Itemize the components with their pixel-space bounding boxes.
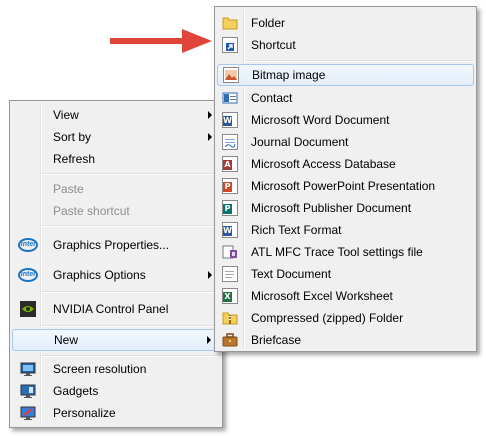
menu-item-view[interactable]: View [12, 104, 220, 126]
submenu-item-access-database[interactable]: A Microsoft Access Database [217, 153, 474, 175]
menu-item-graphics-properties[interactable]: intel Graphics Properties... [12, 234, 220, 256]
menu-item-label: ATL MFC Trace Tool settings file [251, 245, 423, 259]
menu-item-label: Graphics Properties... [53, 238, 170, 252]
submenu-item-excel-worksheet[interactable]: X Microsoft Excel Worksheet [217, 285, 474, 307]
menu-separator [245, 60, 474, 62]
menu-item-gadgets[interactable]: Gadgets [12, 380, 220, 402]
menu-item-label: Bitmap image [252, 68, 326, 82]
menu-item-graphics-options[interactable]: intel Graphics Options [12, 264, 220, 286]
submenu-item-journal-document[interactable]: Journal Document [217, 131, 474, 153]
menu-item-new[interactable]: New [12, 329, 220, 351]
monitor-icon [20, 361, 36, 377]
menu-item-screen-resolution[interactable]: Screen resolution [12, 358, 220, 380]
contact-icon [222, 90, 238, 106]
briefcase-icon [222, 332, 238, 348]
menu-item-label: Briefcase [251, 333, 302, 347]
menu-item-label: Screen resolution [53, 362, 147, 376]
menu-item-label: Graphics Options [53, 268, 146, 282]
menu-item-label: Folder [251, 16, 286, 30]
submenu-item-contact[interactable]: Contact [217, 87, 474, 109]
menu-separator [42, 291, 220, 293]
menu-item-label: Contact [251, 91, 293, 105]
menu-item-label: Paste shortcut [53, 204, 130, 218]
menu-separator [42, 225, 220, 227]
submenu-item-atl-mfc-trace[interactable]: ATL MFC Trace Tool settings file [217, 241, 474, 263]
menu-item-label: Sort by [53, 130, 92, 144]
new-submenu: Folder Shortcut Bitmap image Contact W M… [214, 6, 477, 352]
personalize-icon [20, 405, 36, 421]
submenu-arrow-icon [207, 336, 211, 344]
gadgets-icon [20, 383, 36, 399]
menu-item-label: Microsoft Publisher Document [251, 201, 412, 215]
submenu-arrow-icon [208, 111, 212, 119]
excel-worksheet-icon: X [222, 288, 238, 304]
submenu-item-rich-text-format[interactable]: W Rich Text Format [217, 219, 474, 241]
menu-item-label: Compressed (zipped) Folder [251, 311, 404, 325]
shortcut-icon [222, 37, 238, 53]
journal-document-icon [222, 134, 238, 150]
rich-text-format-icon: W [222, 222, 238, 238]
submenu-item-briefcase[interactable]: Briefcase [217, 329, 474, 351]
submenu-item-word-document[interactable]: W Microsoft Word Document [217, 109, 474, 131]
submenu-item-powerpoint-presentation[interactable]: P Microsoft PowerPoint Presentation [217, 175, 474, 197]
bitmap-image-icon [223, 67, 239, 83]
menu-item-label: New [54, 333, 79, 347]
submenu-item-folder[interactable]: Folder [217, 12, 474, 34]
menu-item-label: Microsoft Excel Worksheet [251, 289, 393, 303]
intel-icon: intel [18, 237, 38, 253]
menu-separator [42, 355, 220, 357]
menu-item-label: Journal Document [251, 135, 349, 149]
submenu-item-shortcut[interactable]: Shortcut [217, 34, 474, 56]
menu-separator [42, 173, 220, 175]
menu-item-paste-shortcut: Paste shortcut [12, 200, 220, 222]
submenu-item-compressed-folder[interactable]: Compressed (zipped) Folder [217, 307, 474, 329]
word-document-icon: W [222, 112, 238, 128]
publisher-document-icon: P [222, 200, 238, 216]
submenu-item-publisher-document[interactable]: P Microsoft Publisher Document [217, 197, 474, 219]
screen: { "context_menu": { "view": "View", "sor… [0, 0, 486, 436]
menu-item-label: Personalize [53, 406, 116, 420]
menu-item-label: Microsoft Word Document [251, 113, 390, 127]
intel-icon: intel [18, 267, 38, 283]
menu-item-refresh[interactable]: Refresh [12, 148, 220, 170]
submenu-arrow-icon [208, 133, 212, 141]
folder-icon [222, 15, 238, 31]
powerpoint-presentation-icon: P [222, 178, 238, 194]
menu-item-label: Text Document [251, 267, 332, 281]
menu-item-personalize[interactable]: Personalize [12, 402, 220, 424]
text-document-icon [222, 266, 238, 282]
trace-tool-icon [222, 244, 238, 260]
menu-item-label: NVIDIA Control Panel [53, 302, 169, 316]
menu-item-nvidia-control-panel[interactable]: NVIDIA Control Panel [12, 298, 220, 320]
menu-item-label: Shortcut [251, 38, 296, 52]
nvidia-icon [20, 301, 36, 317]
desktop-context-menu: View Sort by Refresh Paste Paste shortcu… [9, 100, 223, 428]
menu-item-label: Refresh [53, 152, 96, 166]
submenu-arrow-icon [208, 271, 212, 279]
menu-item-label: Rich Text Format [251, 223, 342, 237]
access-database-icon: A [222, 156, 238, 172]
submenu-item-bitmap-image[interactable]: Bitmap image [217, 64, 474, 86]
menu-separator [42, 325, 220, 327]
menu-item-sort-by[interactable]: Sort by [12, 126, 220, 148]
menu-item-label: Paste [53, 182, 84, 196]
submenu-item-text-document[interactable]: Text Document [217, 263, 474, 285]
menu-item-paste: Paste [12, 178, 220, 200]
menu-item-label: View [53, 108, 79, 122]
menu-item-label: Microsoft PowerPoint Presentation [251, 179, 436, 193]
menu-item-label: Gadgets [53, 384, 99, 398]
annotation-arrow [110, 29, 212, 53]
zip-folder-icon [222, 310, 238, 326]
menu-item-label: Microsoft Access Database [251, 157, 396, 171]
